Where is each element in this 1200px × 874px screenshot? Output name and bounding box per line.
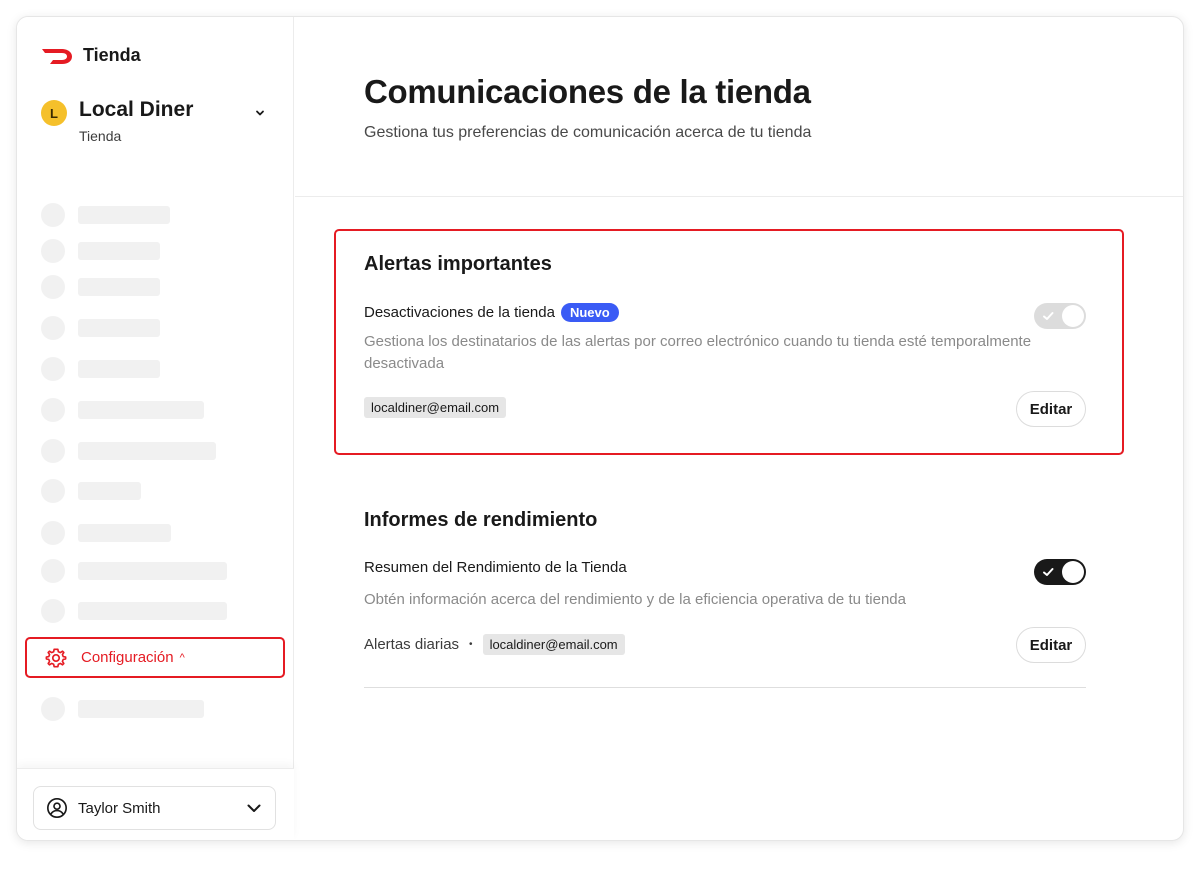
gear-icon xyxy=(45,647,67,668)
setting-title: Resumen del Rendimiento de la Tienda xyxy=(364,559,627,576)
performance-summary-toggle[interactable] xyxy=(1034,559,1086,585)
setting-row-title: Resumen del Rendimiento de la Tienda xyxy=(364,559,627,576)
divider xyxy=(364,687,1086,688)
separator-dot: • xyxy=(469,639,473,650)
toggle-knob xyxy=(1062,561,1084,583)
store-avatar: L xyxy=(41,100,67,126)
store-switcher[interactable]: L Local Diner Tienda xyxy=(41,98,271,148)
page-title: Comunicaciones de la tienda xyxy=(364,73,811,110)
main-content: Comunicaciones de la tienda Gestiona tus… xyxy=(295,17,1183,840)
setting-title: Desactivaciones de la tienda xyxy=(364,304,555,321)
chevron-up-icon: ^ xyxy=(179,651,185,664)
section-title: Alertas importantes xyxy=(364,253,552,275)
brand-name: Tienda xyxy=(83,45,141,65)
chevron-down-icon xyxy=(256,110,264,116)
edit-button[interactable]: Editar xyxy=(1016,627,1086,663)
page-header: Comunicaciones de la tienda Gestiona tus… xyxy=(295,17,1183,197)
store-name: Local Diner xyxy=(79,98,194,121)
sidebar-footer: Taylor Smith xyxy=(17,768,294,840)
user-icon xyxy=(47,798,67,818)
section-reports: Informes de rendimiento Resumen del Rend… xyxy=(364,509,1086,669)
doordash-logo-icon xyxy=(42,48,72,64)
check-icon xyxy=(1043,312,1054,320)
toggle-knob xyxy=(1062,305,1084,327)
setting-row-title: Desactivaciones de la tienda Nuevo xyxy=(364,303,619,322)
email-chip: localdiner@email.com xyxy=(482,634,625,655)
sidebar: Tienda L Local Diner Tienda Configuració… xyxy=(17,17,294,840)
section-alerts: Alertas importantes Desactivaciones de l… xyxy=(364,253,1086,433)
email-chip: localdiner@email.com xyxy=(364,397,507,418)
section-title: Informes de rendimiento xyxy=(364,509,598,531)
edit-button[interactable]: Editar xyxy=(1016,391,1086,427)
page-subtitle: Gestiona tus preferencias de comunicació… xyxy=(364,124,812,141)
frequency-row: Alertas diarias • localdiner@email.com xyxy=(364,634,625,655)
check-icon xyxy=(1043,568,1054,576)
new-badge: Nuevo xyxy=(560,303,619,322)
user-menu-button[interactable]: Taylor Smith xyxy=(33,786,276,830)
store-type: Tienda xyxy=(79,128,122,144)
setting-description: Obtén información acerca del rendimiento… xyxy=(364,591,906,608)
brand[interactable]: Tienda xyxy=(41,45,141,66)
app-window: Tienda L Local Diner Tienda Configuració… xyxy=(16,16,1184,841)
user-name: Taylor Smith xyxy=(78,799,161,817)
store-deactivation-toggle[interactable] xyxy=(1034,303,1086,329)
frequency-label: Alertas diarias xyxy=(364,636,460,653)
chevron-down-icon xyxy=(247,804,261,812)
setting-description: Gestiona los destinatarios de las alerta… xyxy=(364,333,1032,372)
sidebar-item-label: Configuración xyxy=(81,649,174,666)
sidebar-item-configuracion[interactable]: Configuración ^ xyxy=(25,637,285,678)
